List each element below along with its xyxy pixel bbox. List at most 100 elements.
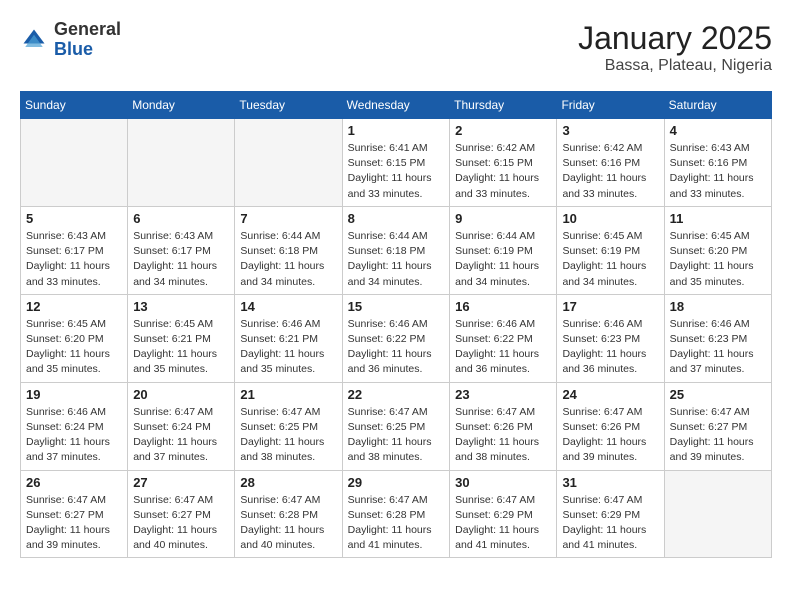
- day-cell: 25 Sunrise: 6:47 AM Sunset: 6:27 PM Dayli…: [664, 382, 771, 470]
- day-cell: 28 Sunrise: 6:47 AM Sunset: 6:28 PM Dayli…: [235, 470, 342, 558]
- day-info: Sunrise: 6:47 AM Sunset: 6:28 PM Dayligh…: [240, 493, 336, 554]
- day-number: 1: [348, 123, 444, 138]
- week-row-5: 26 Sunrise: 6:47 AM Sunset: 6:27 PM Dayli…: [21, 470, 772, 558]
- day-number: 29: [348, 475, 444, 490]
- day-cell: 7Sunrise: 6:44 AM Sunset: 6:18 PM Daylig…: [235, 206, 342, 294]
- page-header: General Blue January 2025 Bassa, Plateau…: [20, 20, 772, 75]
- month-title: January 2025: [578, 20, 772, 57]
- day-number: 26: [26, 475, 122, 490]
- weekday-header-sunday: Sunday: [21, 92, 128, 119]
- day-cell: 26 Sunrise: 6:47 AM Sunset: 6:27 PM Dayli…: [21, 470, 128, 558]
- day-info: Sunrise: 6:45 AM Sunset: 6:20 PM Dayligh…: [670, 229, 766, 290]
- day-info: Sunrise: 6:47 AM Sunset: 6:29 PM Dayligh…: [562, 493, 658, 554]
- day-info: Sunrise: 6:47 AM Sunset: 6:25 PM Dayligh…: [240, 405, 336, 466]
- day-cell: 11 Sunrise: 6:45 AM Sunset: 6:20 PM Dayli…: [664, 206, 771, 294]
- day-number: 20: [133, 387, 229, 402]
- day-number: 24: [562, 387, 658, 402]
- day-cell: 15Sunrise: 6:46 AM Sunset: 6:22 PM Dayli…: [342, 294, 449, 382]
- day-info: Sunrise: 6:45 AM Sunset: 6:19 PM Dayligh…: [562, 229, 658, 290]
- day-cell: 10 Sunrise: 6:45 AM Sunset: 6:19 PM Dayli…: [557, 206, 664, 294]
- day-cell: 23 Sunrise: 6:47 AM Sunset: 6:26 PM Dayli…: [450, 382, 557, 470]
- day-cell: 4 Sunrise: 6:43 AM Sunset: 6:16 PM Daylig…: [664, 119, 771, 207]
- day-number: 12: [26, 299, 122, 314]
- day-number: 3: [562, 123, 658, 138]
- day-cell: 24 Sunrise: 6:47 AM Sunset: 6:26 PM Dayli…: [557, 382, 664, 470]
- day-number: 23: [455, 387, 551, 402]
- day-cell: 3 Sunrise: 6:42 AM Sunset: 6:16 PM Daylig…: [557, 119, 664, 207]
- day-cell: 20 Sunrise: 6:47 AM Sunset: 6:24 PM Dayli…: [128, 382, 235, 470]
- day-info: Sunrise: 6:45 AM Sunset: 6:21 PM Dayligh…: [133, 317, 229, 378]
- day-info: Sunrise: 6:47 AM Sunset: 6:29 PM Dayligh…: [455, 493, 551, 554]
- day-number: 2: [455, 123, 551, 138]
- day-info: Sunrise: 6:43 AM Sunset: 6:16 PM Dayligh…: [670, 141, 766, 202]
- week-row-1: 1Sunrise: 6:41 AM Sunset: 6:15 PM Daylig…: [21, 119, 772, 207]
- day-cell: [128, 119, 235, 207]
- day-info: Sunrise: 6:46 AM Sunset: 6:21 PM Dayligh…: [240, 317, 336, 378]
- day-info: Sunrise: 6:44 AM Sunset: 6:18 PM Dayligh…: [240, 229, 336, 290]
- day-cell: 27 Sunrise: 6:47 AM Sunset: 6:27 PM Dayli…: [128, 470, 235, 558]
- logo-icon: [20, 26, 48, 54]
- day-number: 25: [670, 387, 766, 402]
- weekday-header-row: SundayMondayTuesdayWednesdayThursdayFrid…: [21, 92, 772, 119]
- day-number: 9: [455, 211, 551, 226]
- day-number: 22: [348, 387, 444, 402]
- weekday-header-thursday: Thursday: [450, 92, 557, 119]
- day-info: Sunrise: 6:47 AM Sunset: 6:24 PM Dayligh…: [133, 405, 229, 466]
- day-info: Sunrise: 6:42 AM Sunset: 6:16 PM Dayligh…: [562, 141, 658, 202]
- weekday-header-saturday: Saturday: [664, 92, 771, 119]
- day-number: 19: [26, 387, 122, 402]
- day-number: 16: [455, 299, 551, 314]
- day-cell: 16 Sunrise: 6:46 AM Sunset: 6:22 PM Dayli…: [450, 294, 557, 382]
- day-number: 5: [26, 211, 122, 226]
- day-number: 4: [670, 123, 766, 138]
- day-info: Sunrise: 6:45 AM Sunset: 6:20 PM Dayligh…: [26, 317, 122, 378]
- day-cell: 30Sunrise: 6:47 AM Sunset: 6:29 PM Dayli…: [450, 470, 557, 558]
- day-number: 13: [133, 299, 229, 314]
- day-info: Sunrise: 6:46 AM Sunset: 6:23 PM Dayligh…: [562, 317, 658, 378]
- day-cell: 29Sunrise: 6:47 AM Sunset: 6:28 PM Dayli…: [342, 470, 449, 558]
- weekday-header-friday: Friday: [557, 92, 664, 119]
- day-number: 28: [240, 475, 336, 490]
- day-cell: 1Sunrise: 6:41 AM Sunset: 6:15 PM Daylig…: [342, 119, 449, 207]
- day-info: Sunrise: 6:47 AM Sunset: 6:27 PM Dayligh…: [670, 405, 766, 466]
- day-number: 11: [670, 211, 766, 226]
- day-number: 18: [670, 299, 766, 314]
- day-info: Sunrise: 6:46 AM Sunset: 6:23 PM Dayligh…: [670, 317, 766, 378]
- day-info: Sunrise: 6:43 AM Sunset: 6:17 PM Dayligh…: [133, 229, 229, 290]
- day-cell: 5Sunrise: 6:43 AM Sunset: 6:17 PM Daylig…: [21, 206, 128, 294]
- day-info: Sunrise: 6:47 AM Sunset: 6:26 PM Dayligh…: [455, 405, 551, 466]
- day-info: Sunrise: 6:46 AM Sunset: 6:22 PM Dayligh…: [455, 317, 551, 378]
- day-cell: 9Sunrise: 6:44 AM Sunset: 6:19 PM Daylig…: [450, 206, 557, 294]
- day-cell: 18 Sunrise: 6:46 AM Sunset: 6:23 PM Dayli…: [664, 294, 771, 382]
- week-row-2: 5 Sunrise: 6:43 AM Sunset: 6:17 PM Daylig…: [21, 206, 772, 294]
- logo-general-text: General: [54, 19, 121, 39]
- day-info: Sunrise: 6:46 AM Sunset: 6:22 PM Dayligh…: [348, 317, 444, 378]
- day-cell: 8 Sunrise: 6:44 AM Sunset: 6:18 PM Daylig…: [342, 206, 449, 294]
- day-cell: 19Sunrise: 6:46 AM Sunset: 6:24 PM Dayli…: [21, 382, 128, 470]
- day-number: 21: [240, 387, 336, 402]
- day-number: 14: [240, 299, 336, 314]
- day-cell: 21 Sunrise: 6:47 AM Sunset: 6:25 PM Dayli…: [235, 382, 342, 470]
- day-cell: 2Sunrise: 6:42 AM Sunset: 6:15 PM Daylig…: [450, 119, 557, 207]
- weekday-header-monday: Monday: [128, 92, 235, 119]
- day-info: Sunrise: 6:47 AM Sunset: 6:27 PM Dayligh…: [26, 493, 122, 554]
- day-cell: 12 Sunrise: 6:45 AM Sunset: 6:20 PM Dayli…: [21, 294, 128, 382]
- day-number: 10: [562, 211, 658, 226]
- weekday-header-wednesday: Wednesday: [342, 92, 449, 119]
- day-info: Sunrise: 6:47 AM Sunset: 6:27 PM Dayligh…: [133, 493, 229, 554]
- day-cell: [664, 470, 771, 558]
- day-number: 31: [562, 475, 658, 490]
- day-cell: 17 Sunrise: 6:46 AM Sunset: 6:23 PM Dayli…: [557, 294, 664, 382]
- day-cell: 13 Sunrise: 6:45 AM Sunset: 6:21 PM Dayli…: [128, 294, 235, 382]
- day-info: Sunrise: 6:47 AM Sunset: 6:26 PM Dayligh…: [562, 405, 658, 466]
- calendar-table: SundayMondayTuesdayWednesdayThursdayFrid…: [20, 91, 772, 558]
- day-cell: [21, 119, 128, 207]
- title-block: January 2025 Bassa, Plateau, Nigeria: [578, 20, 772, 75]
- day-info: Sunrise: 6:47 AM Sunset: 6:25 PM Dayligh…: [348, 405, 444, 466]
- day-number: 27: [133, 475, 229, 490]
- day-cell: 22 Sunrise: 6:47 AM Sunset: 6:25 PM Dayli…: [342, 382, 449, 470]
- day-number: 17: [562, 299, 658, 314]
- logo-blue-text: Blue: [54, 39, 93, 59]
- day-number: 8: [348, 211, 444, 226]
- day-info: Sunrise: 6:44 AM Sunset: 6:18 PM Dayligh…: [348, 229, 444, 290]
